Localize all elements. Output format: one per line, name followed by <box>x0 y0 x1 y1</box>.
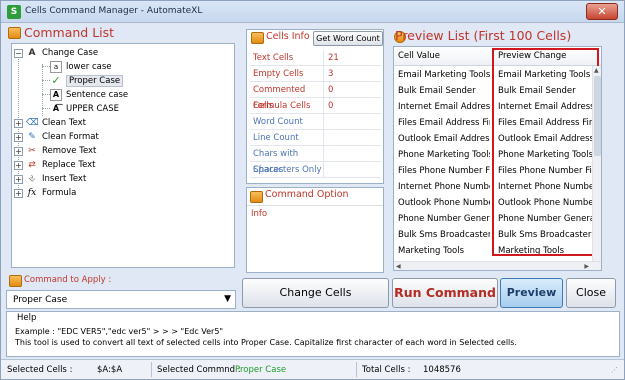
expand-toggle-icon[interactable]: + <box>14 132 23 142</box>
tree-item-sentence-case[interactable]: A Sentence case <box>50 88 128 102</box>
clean-text-icon: ⌫ <box>26 118 39 128</box>
preview-button[interactable]: Preview <box>500 278 563 308</box>
collapse-toggle-icon[interactable]: − <box>14 48 23 58</box>
tree-item-change-case[interactable]: − A Change Case <box>14 46 98 60</box>
selected-command-value: Proper Case <box>13 294 68 305</box>
lower-case-icon: a <box>50 61 62 73</box>
scroll-right-icon[interactable]: ▶ <box>584 263 589 270</box>
upper-case-icon: A͞ <box>52 104 60 113</box>
status-selected-command-label: Selected Commnd : <box>157 365 241 375</box>
tree-item-label: Remove Text <box>42 146 97 156</box>
change-cells-button[interactable]: Change Cells <box>242 278 389 308</box>
scroll-up-icon[interactable]: ▲ <box>594 67 599 74</box>
tree-item-upper-case[interactable]: A͞ UPPER CASE <box>50 102 119 116</box>
scrollbar-thumb[interactable] <box>594 76 601 156</box>
help-example: Example : "EDC VER5","edc ver5" > > > "E… <box>15 327 224 336</box>
tree-item-label: Replace Text <box>42 160 96 170</box>
replace-text-icon: ⇄ <box>28 160 36 170</box>
info-row-empty-cells: Empty Cells 3 <box>250 65 381 82</box>
window-close-button[interactable]: ✕ <box>586 3 618 20</box>
help-title: Help <box>17 313 37 323</box>
command-option-info: Info <box>251 209 268 219</box>
expand-toggle-icon[interactable]: + <box>14 188 23 198</box>
tree-item-insert-text[interactable]: + ⎀ Insert Text <box>14 172 86 186</box>
status-selected-cells-label: Selected Cells : <box>7 365 73 375</box>
command-to-apply-label: Command to Apply : <box>24 275 112 285</box>
command-list-title: Command List <box>24 25 115 40</box>
info-row-word-count: Word Count <box>250 113 381 130</box>
tree-item-label: Clean Format <box>42 132 99 142</box>
cells-info-table: Text Cells 21 Empty Cells 3 Commented Cell… <box>250 49 381 178</box>
command-option-icon <box>250 191 263 203</box>
expand-toggle-icon[interactable]: + <box>14 146 23 156</box>
info-row-characters-only: Characters Only <box>250 161 381 178</box>
command-to-apply-icon <box>9 275 22 287</box>
run-command-button[interactable]: Run Command <box>392 278 498 308</box>
clean-format-icon: ✎ <box>28 132 36 142</box>
tree-item-label: Insert Text <box>42 174 87 184</box>
expand-toggle-icon[interactable]: + <box>14 174 23 184</box>
tree-item-lower-case[interactable]: a lower case <box>50 60 111 74</box>
command-to-apply-dropdown[interactable]: Proper Case ▼ <box>6 290 236 309</box>
checkmark-icon: ✓ <box>51 74 61 87</box>
command-tree[interactable]: − A Change Case a lower case ✓ Proper Ca… <box>11 43 235 268</box>
tree-item-label: Change Case <box>42 48 99 58</box>
info-row-chars-with-spaces: Chars with Spaces <box>250 145 381 175</box>
expand-toggle-icon[interactable]: + <box>14 160 23 170</box>
status-total-cells-value: 1048576 <box>423 365 461 375</box>
app-logo-icon: S <box>7 5 21 19</box>
preview-list-title: Preview List (First 100 Cells) <box>395 28 572 43</box>
sentence-case-icon: A <box>50 89 62 101</box>
app-window: S Cells Command Manager - AutomateXL ✕ C… <box>0 0 625 380</box>
status-total-cells-label: Total Cells : <box>362 365 411 375</box>
command-option-title: Command Option <box>265 189 349 200</box>
horizontal-scrollbar[interactable]: ◀ ▶ <box>394 261 601 270</box>
scroll-left-icon[interactable]: ◀ <box>396 263 401 270</box>
title-bar[interactable]: S Cells Command Manager - AutomateXL ✕ <box>1 1 624 23</box>
command-list-header: Command List <box>6 25 236 43</box>
chevron-down-icon[interactable]: ▼ <box>224 294 231 304</box>
get-word-count-button[interactable]: Get Word Count <box>313 31 383 46</box>
help-description: This tool is used to convert all text of… <box>15 338 517 347</box>
expand-toggle-icon[interactable]: + <box>14 118 23 128</box>
info-row-commented-cells: Commented Cells 0 <box>250 81 381 111</box>
cells-info-title: Cells Info <box>266 31 310 42</box>
command-to-apply-header: Command to Apply : <box>6 273 236 289</box>
cells-info-icon <box>251 32 264 44</box>
change-case-icon: A <box>28 48 36 58</box>
formula-icon: fx <box>27 188 37 198</box>
tree-item-clean-text[interactable]: + ⌫ Clean Text <box>14 116 86 130</box>
column-header-cell-value[interactable]: Cell Value <box>398 51 440 61</box>
info-row-formula-cells: Formula Cells 0 <box>250 97 381 114</box>
preview-change-highlight <box>492 48 599 256</box>
window-title: Cells Command Manager - AutomateXL <box>25 6 203 16</box>
insert-text-icon: ⎀ <box>28 174 36 184</box>
status-selected-command-value: Proper Case <box>235 365 287 375</box>
status-bar: Selected Cells : $A:$A Selected Commnd :… <box>1 359 624 379</box>
tree-item-replace-text[interactable]: + ⇄ Replace Text <box>14 158 96 172</box>
vertical-scrollbar[interactable]: ▲ <box>592 66 601 261</box>
close-button[interactable]: Close <box>566 278 616 308</box>
tree-item-formula[interactable]: + fx Formula <box>14 186 76 200</box>
tree-item-label: Proper Case <box>66 75 124 87</box>
command-list-icon <box>8 27 21 39</box>
tree-item-remove-text[interactable]: + ✂ Remove Text <box>14 144 96 158</box>
tree-item-label: Sentence case <box>66 90 129 100</box>
tree-item-label: Clean Text <box>42 118 87 128</box>
tree-item-label: Formula <box>42 188 77 198</box>
status-selected-cells-value: $A:$A <box>97 365 123 375</box>
tree-item-proper-case[interactable]: ✓ Proper Case <box>50 74 124 88</box>
tree-item-clean-format[interactable]: + ✎ Clean Format <box>14 130 99 144</box>
command-option-panel: Command Option Info <box>246 187 384 273</box>
tree-item-label: lower case <box>66 62 112 72</box>
help-panel: Help Example : "EDC VER5","edc ver5" > >… <box>6 311 620 357</box>
remove-text-icon: ✂ <box>28 146 36 156</box>
preview-list[interactable]: Cell Value Preview Change Email Marketin… <box>393 46 602 271</box>
resize-grip-icon[interactable]: ⋰ <box>611 366 618 374</box>
info-row-line-count: Line Count <box>250 129 381 146</box>
tree-item-label: UPPER CASE <box>66 104 119 114</box>
info-row-text-cells: Text Cells 21 <box>250 49 381 66</box>
